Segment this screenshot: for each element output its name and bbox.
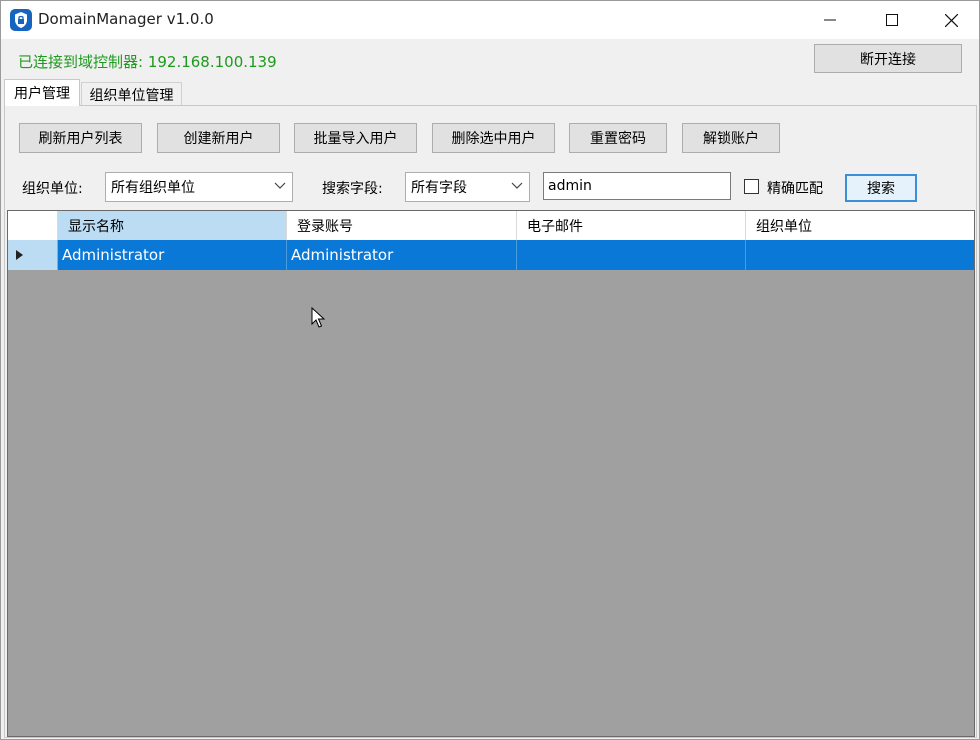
title-bar: DomainManager v1.0.0 — [1, 1, 979, 39]
delete-selected-button[interactable]: 删除选中用户 — [432, 123, 555, 153]
app-window: DomainManager v1.0.0 已连接到域控制器: 192.168.1… — [0, 0, 980, 740]
create-user-button[interactable]: 创建新用户 — [157, 123, 280, 153]
ou-select[interactable]: 所有组织单位 — [105, 172, 293, 202]
column-header-login[interactable]: 登录账号 — [287, 211, 517, 240]
chevron-down-icon — [511, 182, 523, 189]
unlock-account-button[interactable]: 解锁账户 — [682, 123, 780, 153]
users-grid[interactable]: 显示名称 登录账号 电子邮件 组织单位 Administrator Admini… — [7, 210, 975, 737]
search-input[interactable]: admin — [543, 172, 731, 200]
search-input-value: admin — [548, 178, 592, 194]
ou-select-value: 所有组织单位 — [111, 180, 195, 196]
reset-password-button[interactable]: 重置密码 — [569, 123, 667, 153]
tab-ou-management[interactable]: 组织单位管理 — [81, 82, 182, 106]
import-users-button[interactable]: 批量导入用户 — [294, 123, 417, 153]
column-header-email[interactable]: 电子邮件 — [517, 211, 746, 240]
grid-header: 显示名称 登录账号 电子邮件 组织单位 — [8, 211, 974, 240]
minimize-icon — [824, 19, 836, 21]
tab-user-management[interactable]: 用户管理 — [4, 79, 80, 106]
maximize-icon — [886, 14, 898, 26]
cell-ou[interactable] — [746, 240, 974, 270]
row-header-corner — [8, 211, 58, 240]
table-row[interactable]: Administrator Administrator — [8, 240, 974, 270]
exact-match-label[interactable]: 精确匹配 — [767, 178, 823, 198]
row-header[interactable] — [8, 240, 58, 270]
close-icon — [944, 13, 958, 27]
cell-display-name[interactable]: Administrator — [58, 240, 287, 270]
window-title: DomainManager v1.0.0 — [38, 10, 214, 28]
search-field-value: 所有字段 — [411, 180, 467, 196]
cell-email[interactable] — [517, 240, 746, 270]
exact-match-checkbox[interactable] — [744, 179, 759, 194]
disconnect-button[interactable]: 断开连接 — [814, 44, 962, 73]
column-header-display-name[interactable]: 显示名称 — [58, 211, 287, 240]
search-button[interactable]: 搜索 — [845, 174, 917, 202]
search-field-select[interactable]: 所有字段 — [405, 172, 530, 202]
ou-filter-label: 组织单位: — [22, 181, 83, 197]
maximize-button[interactable] — [863, 1, 921, 39]
connection-status: 已连接到域控制器: 192.168.100.139 — [18, 53, 277, 71]
column-header-ou[interactable]: 组织单位 — [746, 211, 974, 240]
refresh-users-button[interactable]: 刷新用户列表 — [19, 123, 142, 153]
close-button[interactable] — [922, 1, 980, 39]
search-field-label: 搜索字段: — [322, 181, 383, 197]
chevron-down-icon — [274, 182, 286, 189]
row-pointer-icon — [16, 250, 23, 260]
mouse-pointer-icon — [311, 307, 325, 328]
cell-login[interactable]: Administrator — [287, 240, 517, 270]
shield-lock-icon — [10, 9, 32, 31]
minimize-button[interactable] — [801, 1, 859, 39]
